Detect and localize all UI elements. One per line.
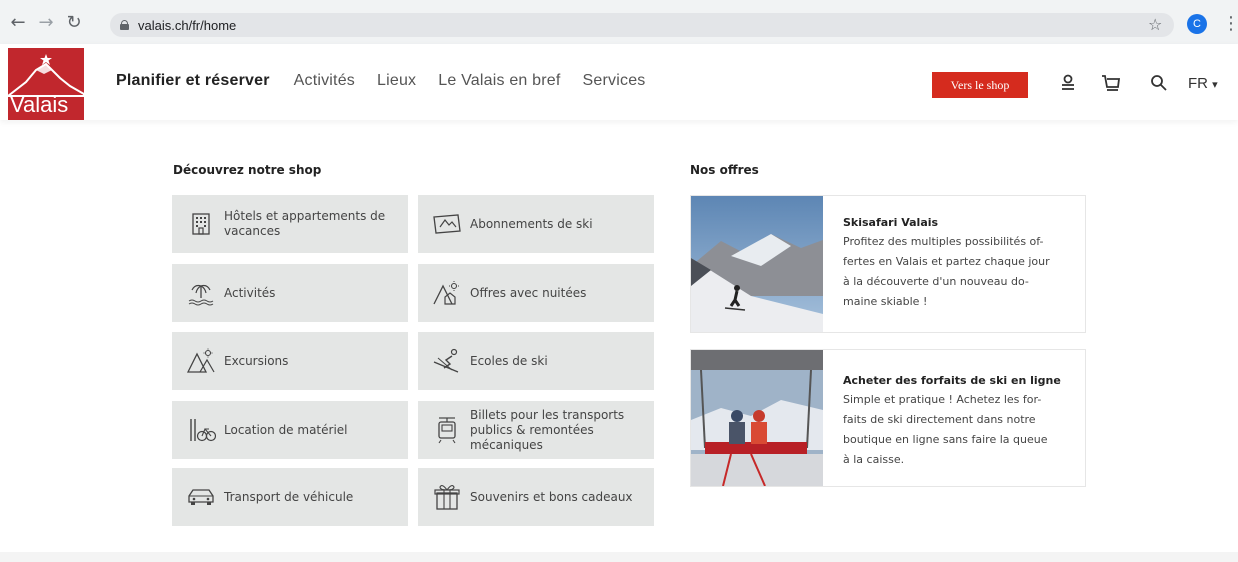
tile-label: Billets pour les transports publics & re… xyxy=(470,407,625,452)
gift-icon xyxy=(432,482,462,512)
profile-avatar[interactable]: C xyxy=(1187,14,1207,34)
tile-label: Location de matériel xyxy=(224,422,348,437)
tile-label: Offres avec nuitées xyxy=(470,285,587,300)
transport-tickets-icon xyxy=(432,415,462,445)
shop-tile-souvenirs[interactable]: Souvenirs et bons cadeaux xyxy=(418,468,654,526)
hotel-icon xyxy=(186,209,216,239)
forward-arrow-icon[interactable]: → xyxy=(34,10,58,34)
overnight-offers-icon xyxy=(432,278,462,308)
shop-tile-transport-tickets[interactable]: Billets pour les transports publics & re… xyxy=(418,401,654,459)
shop-tile-activities[interactable]: Activités xyxy=(172,264,408,322)
nav-activites[interactable]: Activités xyxy=(294,72,355,90)
language-selector[interactable]: FR ▾ xyxy=(1188,75,1218,92)
reload-icon[interactable]: ↻ xyxy=(62,10,86,34)
tile-label: Transport de véhicule xyxy=(224,489,354,504)
offer-title: Acheter des forfaits de ski en ligne xyxy=(843,374,1061,387)
offer-card-skisafari[interactable]: Skisafari Valais Profitez des multiples … xyxy=(690,195,1086,333)
site-header: Valais Planifier et réserver Activités L… xyxy=(0,44,1238,120)
offer-title: Skisafari Valais xyxy=(843,216,939,229)
shop-tile-hotels[interactable]: Hôtels et appartements de vacances xyxy=(172,195,408,253)
lock-icon xyxy=(120,20,129,30)
back-arrow-icon[interactable]: ← xyxy=(6,10,30,34)
address-bar[interactable]: valais.ch/fr/home xyxy=(110,13,1174,37)
shop-tile-ski-schools[interactable]: Ecoles de ski xyxy=(418,332,654,390)
menu-kebab-icon[interactable]: ⋮ xyxy=(1222,13,1238,34)
offer-description: Simple et pratique ! Achetez les for- fa… xyxy=(843,393,1048,466)
shop-tile-ski-passes[interactable]: Abonnements de ski xyxy=(418,195,654,253)
valais-logo[interactable]: Valais xyxy=(8,48,84,120)
shop-tile-equipment-rental[interactable]: Location de matériel xyxy=(172,401,408,459)
cart-icon[interactable] xyxy=(1101,74,1121,96)
shop-section-title: Découvrez notre shop xyxy=(173,163,322,177)
car-icon xyxy=(186,482,216,512)
page-footer-strip xyxy=(0,552,1238,562)
ski-pass-icon xyxy=(432,209,462,239)
shop-tile-excursions[interactable]: Excursions xyxy=(172,332,408,390)
tile-label: Abonnements de ski xyxy=(470,216,593,231)
bookmark-star-icon[interactable]: ☆ xyxy=(1148,15,1162,34)
url-text: valais.ch/fr/home xyxy=(138,17,237,33)
logo-text: Valais xyxy=(10,92,69,117)
tile-label: Ecoles de ski xyxy=(470,353,548,368)
main-navigation: Planifier et réserver Activités Lieux Le… xyxy=(116,72,646,90)
offers-section-title: Nos offres xyxy=(690,163,759,177)
ski-school-icon xyxy=(432,346,462,376)
offer-description: Profitez des multiples possibilités of- … xyxy=(843,235,1050,308)
language-code: FR xyxy=(1188,75,1208,92)
tile-label: Souvenirs et bons cadeaux xyxy=(470,489,633,504)
browser-toolbar: ← → ↻ valais.ch/fr/home ☆ C ⋮ xyxy=(0,0,1238,44)
user-icon[interactable] xyxy=(1060,74,1076,96)
tile-label: Excursions xyxy=(224,353,289,368)
shop-button[interactable]: Vers le shop xyxy=(932,72,1028,98)
nav-services[interactable]: Services xyxy=(583,72,646,90)
nav-planifier[interactable]: Planifier et réserver xyxy=(116,72,270,90)
tile-label: Activités xyxy=(224,285,276,300)
nav-lieux[interactable]: Lieux xyxy=(377,72,416,90)
tile-label: Hôtels et appartements de vacances xyxy=(224,209,386,238)
nav-valais-en-bref[interactable]: Le Valais en bref xyxy=(438,72,560,90)
offer-card-ski-passes-online[interactable]: Acheter des forfaits de ski en ligne Sim… xyxy=(690,349,1086,487)
excursion-icon xyxy=(186,346,216,376)
chairlift-photo xyxy=(691,350,823,486)
chevron-down-icon: ▾ xyxy=(1212,79,1218,91)
search-icon[interactable] xyxy=(1150,74,1168,96)
equipment-rental-icon xyxy=(186,415,216,445)
shop-tile-vehicle-transport[interactable]: Transport de véhicule xyxy=(172,468,408,526)
activities-icon xyxy=(186,278,216,308)
shop-tile-overnight-offers[interactable]: Offres avec nuitées xyxy=(418,264,654,322)
skier-photo xyxy=(691,196,823,332)
